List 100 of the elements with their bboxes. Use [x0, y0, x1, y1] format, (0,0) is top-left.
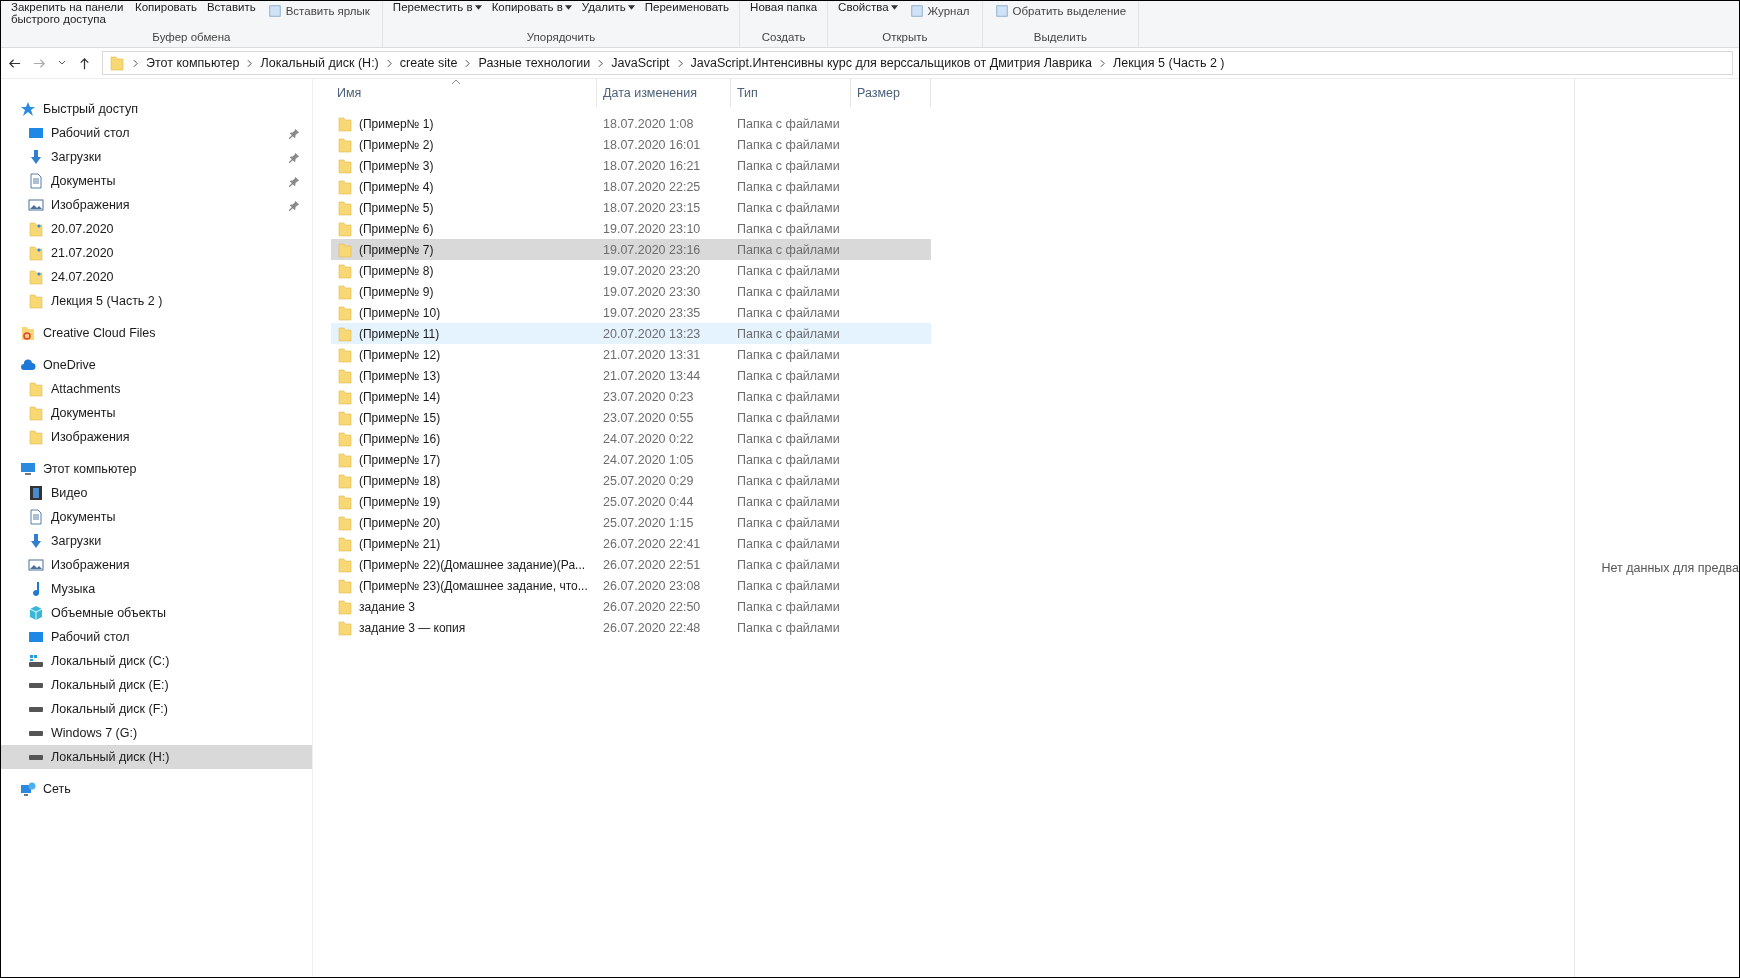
desktop-icon [28, 125, 44, 141]
file-row[interactable]: (Пример№ 7) 19.07.2020 23:16 Папка с файлами [331, 239, 931, 260]
breadcrumb-item[interactable]: Лекция 5 (Часть 2 ) [1113, 56, 1225, 70]
file-row[interactable]: (Пример№ 1) 18.07.2020 1:08 Папка с файлами [331, 113, 931, 134]
nav-item[interactable]: Лекция 5 (Часть 2 ) [1, 289, 312, 313]
file-row[interactable]: (Пример№ 16) 24.07.2020 0:22 Папка с файлами [331, 428, 931, 449]
preview-message: Нет данных для предва [1601, 561, 1739, 575]
file-row[interactable]: (Пример№ 13) 21.07.2020 13:44 Папка с файлами [331, 365, 931, 386]
column-header[interactable]: Размер [851, 79, 931, 107]
ribbon-button[interactable]: Переместить в [390, 1, 484, 13]
nav-item[interactable]: Сеть [1, 777, 312, 801]
nav-item[interactable]: Локальный диск (F:) [1, 697, 312, 721]
ribbon-button[interactable]: Копировать в [489, 1, 574, 13]
ribbon-button[interactable]: Вставить ярлык [263, 1, 374, 21]
column-header[interactable]: Тип [731, 79, 851, 107]
column-header[interactable]: Дата изменения [597, 79, 731, 107]
column-header[interactable]: Имя [331, 79, 597, 107]
file-row[interactable]: (Пример№ 15) 23.07.2020 0:55 Папка с файлами [331, 407, 931, 428]
nav-item[interactable]: Быстрый доступ [1, 97, 312, 121]
nav-item[interactable]: Локальный диск (E:) [1, 673, 312, 697]
nav-item[interactable]: Windows 7 (G:) [1, 721, 312, 745]
modified-date: 25.07.2020 0:44 [603, 494, 694, 509]
ribbon-button[interactable]: Копировать [133, 1, 199, 13]
ribbon-group-label: Буфер обмена [151, 31, 232, 45]
file-row[interactable]: задание 3 — копия 26.07.2020 22:48 Папка с файлами [331, 617, 931, 638]
folder-icon [337, 430, 353, 447]
ribbon-button[interactable]: Удалить [579, 1, 637, 13]
nav-item[interactable]: Локальный диск (C:) [1, 649, 312, 673]
file-row[interactable]: (Пример№ 8) 19.07.2020 23:20 Папка с файлами [331, 260, 931, 281]
modified-date: 23.07.2020 0:23 [603, 389, 694, 404]
file-row[interactable]: задание 3 26.07.2020 22:50 Папка с файлами [331, 596, 931, 617]
folder-icon [337, 577, 353, 594]
file-row[interactable]: (Пример№ 11) 20.07.2020 13:23 Папка с файлами [331, 323, 931, 344]
file-row[interactable]: (Пример№ 20) 25.07.2020 1:15 Папка с файлами [331, 512, 931, 533]
file-row[interactable]: (Пример№ 5) 18.07.2020 23:15 Папка с файлами [331, 197, 931, 218]
folder-icon [337, 346, 353, 363]
nav-item[interactable]: Загрузки [1, 529, 312, 553]
nav-item[interactable]: Attachments [1, 377, 312, 401]
file-row[interactable]: (Пример№ 18) 25.07.2020 0:29 Папка с файлами [331, 470, 931, 491]
file-row[interactable]: (Пример№ 9) 19.07.2020 23:30 Папка с файлами [331, 281, 931, 302]
ribbon-button[interactable]: Переименовать [642, 1, 732, 13]
nav-item[interactable]: Документы [1, 169, 312, 193]
nav-item[interactable]: 24.07.2020 [1, 265, 312, 289]
nav-item[interactable]: Локальный диск (H:) [1, 745, 312, 769]
ribbon-button[interactable]: Обратить выделение [990, 1, 1131, 21]
ribbon-button[interactable]: Свойства [836, 1, 900, 13]
ribbon-icon [994, 4, 1009, 18]
nav-item[interactable]: Изображения [1, 553, 312, 577]
nav-item[interactable]: Документы [1, 505, 312, 529]
breadcrumb-item[interactable]: JavaScript.Интенсивны курс для верссальщиков от Дмитрия Лаврика [690, 56, 1093, 70]
file-type: Папка с файлами [737, 515, 840, 530]
file-row[interactable]: (Пример№ 4) 18.07.2020 22:25 Папка с файлами [331, 176, 931, 197]
nav-item[interactable]: Этот компьютер [1, 457, 312, 481]
breadcrumb-item[interactable]: Локальный диск (H:) [260, 56, 379, 70]
file-type: Папка с файлами [737, 599, 840, 614]
ribbon-button[interactable]: Журнал [905, 1, 974, 21]
file-row[interactable]: (Пример№ 21) 26.07.2020 22:41 Папка с файлами [331, 533, 931, 554]
file-name: (Пример№ 2) [359, 137, 434, 152]
address-bar[interactable]: Этот компьютер Локальный диск (H:) create site Разные технологии JavaScript JavaScript.Интенсивны курс для верссальщиков от Дмитрия Лаврика Лекция 5 (Часть 2 ) [102, 51, 1733, 75]
nav-item[interactable]: 21.07.2020 [1, 241, 312, 265]
nav-item[interactable]: Creative Cloud Files [1, 321, 312, 345]
ribbon-button[interactable]: Закрепить на панели быстрого доступа [9, 1, 127, 25]
breadcrumb-item[interactable]: Разные технологии [478, 56, 591, 70]
modified-date: 21.07.2020 13:44 [603, 368, 701, 383]
file-row[interactable]: (Пример№ 3) 18.07.2020 16:21 Папка с файлами [331, 155, 931, 176]
nav-item[interactable]: Изображения [1, 193, 312, 217]
file-row[interactable]: (Пример№ 23)(Домашнее задание, что... 26.07.2020 23:08 Папка с файлами [331, 575, 931, 596]
drive-icon [28, 681, 44, 689]
file-row[interactable]: (Пример№ 12) 21.07.2020 13:31 Папка с файлами [331, 344, 931, 365]
file-type: Папка с файлами [737, 116, 840, 131]
file-type: Папка с файлами [737, 578, 840, 593]
folder-icon [337, 409, 353, 426]
nav-item[interactable]: Объемные объекты [1, 601, 312, 625]
file-type: Папка с файлами [737, 620, 840, 635]
modified-date: 26.07.2020 23:08 [603, 578, 701, 593]
nav-item[interactable]: Рабочий стол [1, 121, 312, 145]
file-row[interactable]: (Пример№ 17) 24.07.2020 1:05 Папка с файлами [331, 449, 931, 470]
file-row[interactable]: (Пример№ 6) 19.07.2020 23:10 Папка с файлами [331, 218, 931, 239]
breadcrumb-item[interactable]: JavaScript [611, 56, 670, 70]
modified-date: 26.07.2020 22:41 [603, 536, 701, 551]
ribbon-button[interactable]: Новая папка [748, 1, 820, 13]
nav-item[interactable]: Музыка [1, 577, 312, 601]
folder-icon [337, 241, 353, 258]
chevron-right-icon [465, 58, 471, 68]
nav-item[interactable]: 20.07.2020 [1, 217, 312, 241]
file-row[interactable]: (Пример№ 10) 19.07.2020 23:35 Папка с файлами [331, 302, 931, 323]
nav-item[interactable]: Изображения [1, 425, 312, 449]
nav-item[interactable]: Документы [1, 401, 312, 425]
nav-item[interactable]: Рабочий стол [1, 625, 312, 649]
file-row[interactable]: (Пример№ 14) 23.07.2020 0:23 Папка с файлами [331, 386, 931, 407]
nav-item[interactable]: Видео [1, 481, 312, 505]
breadcrumb-item[interactable]: create site [399, 56, 458, 70]
nav-item[interactable]: Загрузки [1, 145, 312, 169]
folder-icon [28, 293, 44, 309]
file-row[interactable]: (Пример№ 22)(Домашнее задание)(Ра... 26.07.2020 22:51 Папка с файлами [331, 554, 931, 575]
nav-item[interactable]: OneDrive [1, 353, 312, 377]
file-row[interactable]: (Пример№ 2) 18.07.2020 16:01 Папка с файлами [331, 134, 931, 155]
file-row[interactable]: (Пример№ 19) 25.07.2020 0:44 Папка с файлами [331, 491, 931, 512]
breadcrumb-item[interactable]: Этот компьютер [146, 56, 240, 70]
ribbon-button[interactable]: Вставить [204, 1, 258, 13]
